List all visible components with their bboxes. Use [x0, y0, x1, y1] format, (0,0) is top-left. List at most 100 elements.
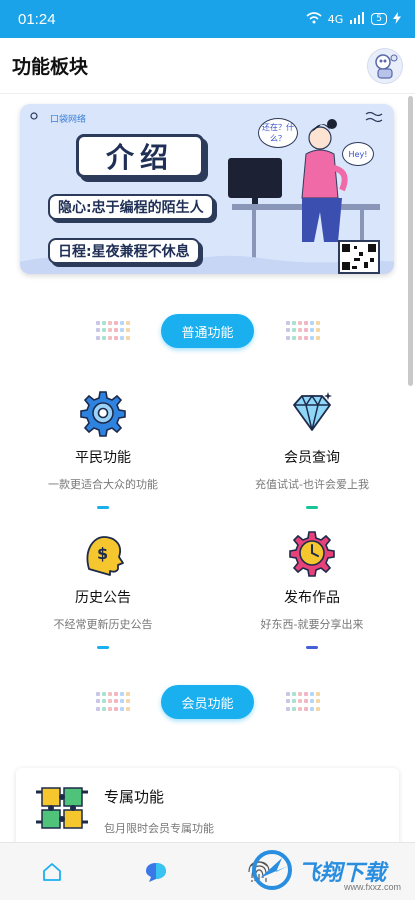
decor-dot	[96, 328, 100, 333]
decor-dot	[304, 706, 308, 711]
card-member-query[interactable]: 会员查询 充值试试-也许会爱上我	[212, 389, 412, 509]
normal-functions-button[interactable]: 普通功能	[161, 314, 254, 348]
member-functions-button[interactable]: 会员功能	[161, 685, 254, 719]
card-history[interactable]: $ 历史公告 不经常更新历史公告	[3, 529, 203, 649]
decor-dots-left	[96, 321, 132, 341]
decor-dot	[108, 328, 112, 333]
decor-dot	[292, 335, 296, 340]
head-money-icon: $	[79, 529, 127, 577]
decor-dot	[292, 328, 296, 333]
decor-dot	[120, 699, 124, 704]
card-desc: 一款更适合大众的功能	[48, 478, 158, 491]
decor-dot	[298, 335, 302, 340]
decor-dot	[114, 692, 118, 696]
decor-dot	[102, 328, 106, 333]
decor-dot	[114, 706, 118, 711]
status-bar: 01:24 4G 5	[0, 0, 415, 38]
decor-dots-left	[96, 692, 132, 712]
decor-dot	[96, 335, 100, 340]
gear-icon	[79, 389, 127, 437]
decor-dot	[120, 321, 124, 325]
card-accent-bar	[97, 646, 109, 649]
wifi-icon	[306, 11, 322, 27]
decor-dot	[316, 692, 320, 696]
tab-home[interactable]	[0, 843, 104, 900]
svg-text:$: $	[97, 544, 108, 563]
card-publish[interactable]: 发布作品 好东西-就要分享出来	[212, 529, 412, 649]
section-member: 会员功能	[0, 685, 415, 721]
diamond-icon	[288, 389, 336, 437]
intro-banner[interactable]: 口袋网络 介绍 隐心:忠于编程的陌生人 日程:星夜兼程不休息 还在？什么？ He…	[20, 104, 394, 274]
card-desc: 充值试试-也许会爱上我	[255, 478, 369, 491]
decor-dots-right	[286, 321, 322, 341]
decor-dot	[292, 321, 296, 325]
charging-icon	[393, 11, 401, 27]
decor-dot	[304, 692, 308, 696]
decor-dot	[316, 328, 320, 333]
decor-dot	[298, 328, 302, 333]
card-accent-bar	[306, 646, 318, 649]
tab-messages[interactable]	[104, 843, 208, 900]
gear-clock-icon	[288, 529, 336, 577]
decor-dot	[286, 321, 290, 325]
decor-dot	[126, 706, 130, 711]
decor-dot	[102, 692, 106, 696]
decor-dot	[102, 706, 106, 711]
status-icons: 4G 5	[306, 11, 401, 27]
decor-dot	[102, 321, 106, 325]
decor-dot	[304, 699, 308, 704]
card-title: 历史公告	[75, 590, 131, 606]
decor-dot	[292, 699, 296, 704]
exclusive-card[interactable]: 专属功能 包月限时会员专属功能	[16, 768, 399, 848]
card-desc: 好东西-就要分享出来	[260, 618, 364, 631]
decor-dot	[298, 321, 302, 325]
decor-dot	[292, 706, 296, 711]
card-accent-bar	[306, 506, 318, 509]
decor-dot	[108, 321, 112, 325]
decor-dot	[96, 321, 100, 325]
decor-dot	[108, 692, 112, 696]
decor-dot	[310, 692, 314, 696]
card-commoner[interactable]: 平民功能 一款更适合大众的功能	[3, 389, 203, 509]
decor-dot	[96, 692, 100, 696]
decor-dot	[102, 335, 106, 340]
decor-dot	[310, 706, 314, 711]
decor-dot	[114, 328, 118, 333]
decor-dot	[298, 706, 302, 711]
puzzle-hands-icon	[36, 782, 88, 838]
banner-brand: 口袋网络	[50, 114, 87, 124]
page-title: 功能板块	[12, 56, 89, 78]
decor-dot	[120, 328, 124, 333]
decor-dot	[304, 321, 308, 325]
watermark: 飞翔下载 www.fxxz.com	[246, 842, 415, 900]
decor-dot	[310, 335, 314, 340]
decor-dot	[298, 699, 302, 704]
banner-headline: 介绍	[76, 134, 204, 178]
decor-dot	[126, 328, 130, 333]
card-accent-bar	[97, 506, 109, 509]
decor-dot	[108, 335, 112, 340]
decor-dot	[304, 335, 308, 340]
status-time: 01:24	[18, 10, 56, 28]
banner-bubble-2: Hey!	[342, 142, 374, 166]
decor-dot	[286, 706, 290, 711]
decor-dot	[286, 692, 290, 696]
decor-dot	[310, 699, 314, 704]
card-desc: 不经常更新历史公告	[53, 618, 153, 631]
decor-dots-right	[286, 692, 322, 712]
decor-dot	[114, 699, 118, 704]
watermark-url: www.fxxz.com	[344, 882, 402, 892]
chat-bubble-icon	[145, 862, 166, 882]
decor-dot	[120, 692, 124, 696]
qr-code-icon	[338, 240, 380, 274]
decor-dot	[304, 328, 308, 333]
avatar[interactable]	[367, 47, 403, 84]
decor-dot	[126, 692, 130, 696]
decor-dot	[316, 706, 320, 711]
exclusive-title: 专属功能	[104, 788, 165, 806]
section-normal: 普通功能	[0, 314, 415, 350]
signal-icon	[349, 11, 365, 27]
decor-dot	[292, 692, 296, 696]
decor-dot	[316, 699, 320, 704]
network-label: 4G	[327, 12, 344, 26]
